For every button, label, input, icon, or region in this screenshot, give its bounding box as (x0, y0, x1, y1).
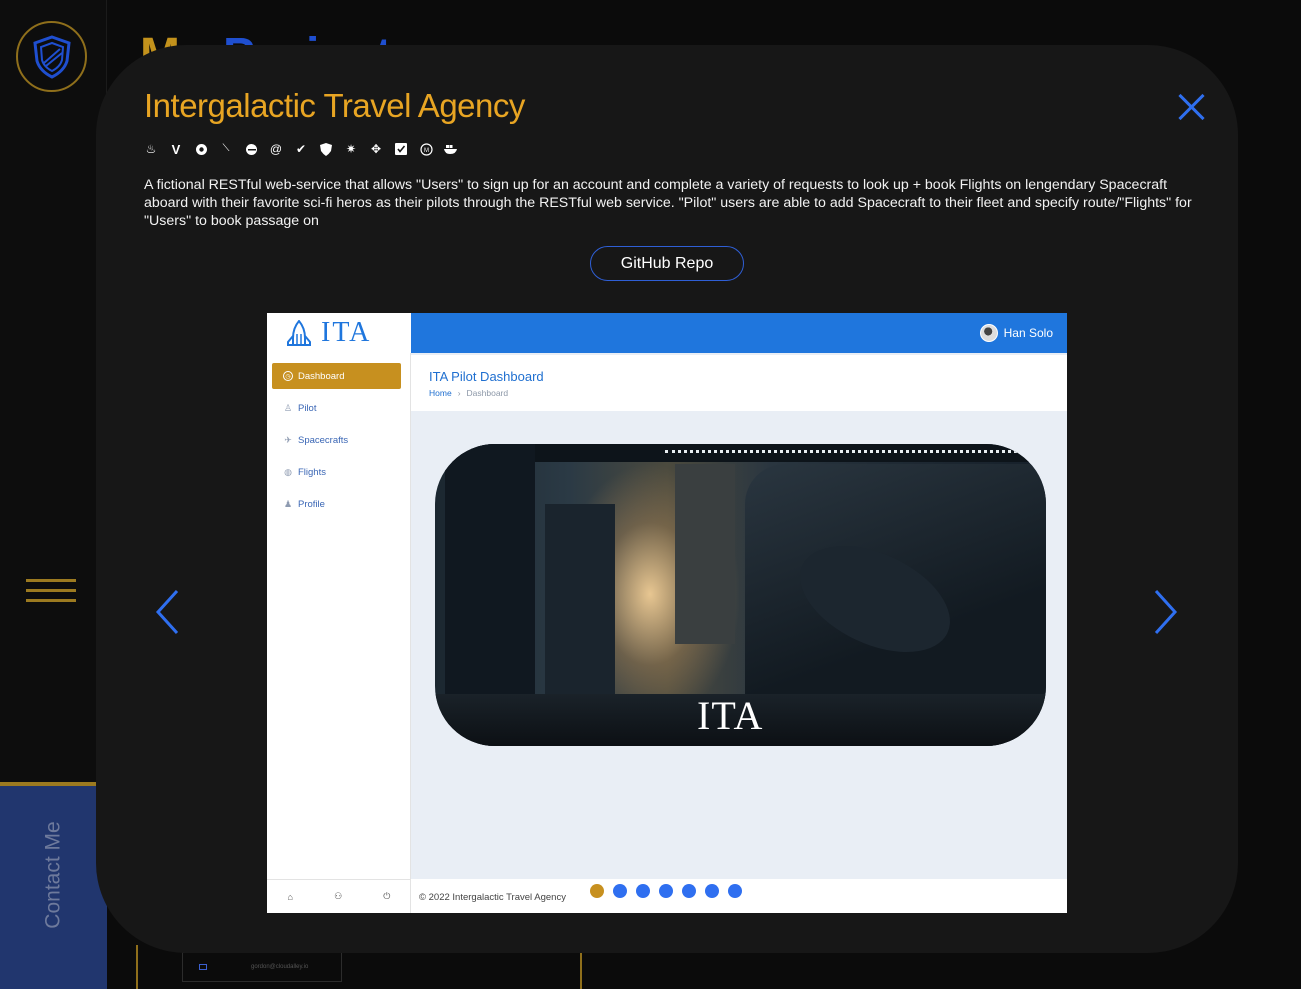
app-sidebar: ◷ Dashboard ♙ Pilot ✈ Spacecrafts ◍ Flights … (267, 353, 411, 913)
java-icon: ♨ (145, 142, 157, 156)
app-nav-item-profile: ♟ Profile (272, 491, 401, 517)
pilot-icon: ♙ (283, 403, 293, 413)
jwt-icon: ⟍ (222, 143, 230, 154)
app-brand: ITA (267, 313, 411, 353)
hero-tower (675, 464, 735, 644)
chevron-left-icon (155, 589, 179, 635)
dashboard-icon: ◷ (283, 371, 293, 381)
check-icon: ✔ (295, 142, 307, 156)
app-nav-label: Spacecrafts (298, 434, 349, 446)
carousel-dot[interactable] (613, 884, 627, 898)
app-nav-item-dashboard: ◷ Dashboard (272, 363, 401, 389)
app-sidebar-footer: ⌂ ⚇ ⏻ (267, 879, 411, 913)
project-description: A fictional RESTful web-service that all… (144, 177, 1192, 229)
docker-icon (444, 142, 458, 156)
mail-icon (199, 964, 207, 970)
app-nav-label: Profile (298, 498, 325, 510)
breadcrumb-home: Home (429, 388, 452, 398)
svg-text:M: M (424, 148, 429, 154)
users-icon: ⚇ (334, 891, 343, 901)
carousel-dot[interactable] (728, 884, 742, 898)
plane-icon: ✈ (284, 435, 292, 445)
hamburger-menu-icon[interactable] (26, 579, 76, 609)
hero-lights (665, 450, 1035, 453)
shield-logo-icon (32, 34, 71, 79)
avatar (979, 324, 998, 342)
breadcrumb: Home › Dashboard (429, 388, 508, 398)
carousel-next-button[interactable] (1153, 588, 1179, 636)
hero-brand-text: ITA (697, 693, 764, 738)
app-nav: ◷ Dashboard ♙ Pilot ✈ Spacecrafts ◍ Flights … (272, 363, 401, 523)
app-user-name: Han Solo (1003, 326, 1053, 340)
app-page-title: ITA Pilot Dashboard (429, 369, 544, 384)
site-logo[interactable] (16, 21, 87, 92)
app-copyright: © 2022 Intergalactic Travel Agency (419, 892, 566, 903)
github-repo-button[interactable]: GitHub Repo (590, 246, 744, 281)
app-nav-item-spacecrafts: ✈ Spacecrafts (272, 427, 401, 453)
gear-icon: ✷ (345, 142, 357, 156)
postgres-icon (194, 142, 208, 156)
maven-icon: M (419, 142, 433, 156)
email-text: gordon@cloudalley.io (251, 964, 309, 970)
carousel-indicators (590, 884, 742, 898)
app-brand-text: ITA (321, 317, 372, 348)
breadcrumb-current: Dashboard (466, 388, 509, 398)
app-hero-image: ITA (435, 444, 1046, 746)
hero-tower (545, 504, 615, 704)
app-user-menu: Han Solo (979, 324, 1053, 342)
chevron-right-icon (1154, 589, 1178, 635)
carousel-dot[interactable] (636, 884, 650, 898)
modal-title: Intergalactic Travel Agency (144, 87, 525, 124)
globe-icon: ◍ (284, 467, 292, 477)
profile-icon: ♟ (283, 499, 293, 509)
carousel-dot[interactable] (705, 884, 719, 898)
chevron-right-icon: › (457, 388, 461, 398)
carousel-dot[interactable] (682, 884, 696, 898)
checkbox-icon (394, 142, 408, 156)
app-nav-label: Dashboard (298, 370, 345, 382)
contact-me-label: Contact Me (41, 821, 65, 929)
at-icon: @ (269, 142, 283, 156)
close-icon[interactable] (1178, 93, 1206, 121)
vue-icon: V (171, 141, 181, 157)
carousel-dot[interactable] (659, 884, 673, 898)
home-icon: ⌂ (287, 891, 293, 902)
tech-stack-icons: ♨ V ⟍ @ ✔ ✷ ✥ M (144, 142, 458, 156)
project-modal: Intergalactic Travel Agency ♨ V ⟍ @ ✔ ✷ … (96, 45, 1238, 953)
contact-me-tab[interactable]: Contact Me (0, 790, 107, 960)
shield-icon (319, 142, 333, 156)
eclipse-icon (244, 142, 258, 156)
network-icon: ✥ (370, 142, 382, 156)
carousel-prev-button[interactable] (154, 588, 180, 636)
carousel-dot[interactable] (590, 884, 604, 898)
email-row[interactable]: gordon@cloudalley.io (182, 952, 342, 982)
app-page-header: ITA Pilot Dashboard Home › Dashboard (411, 355, 1067, 411)
rocket-logo-icon (287, 320, 311, 346)
project-screenshot: ITA Han Solo ◷ Dashboard ♙ Pilot ✈ Spacecra… (267, 313, 1067, 913)
power-icon: ⏻ (383, 891, 391, 901)
app-nav-label: Flights (298, 466, 326, 478)
app-nav-label: Pilot (298, 402, 317, 414)
app-nav-item-flights: ◍ Flights (272, 459, 401, 485)
app-nav-item-pilot: ♙ Pilot (272, 395, 401, 421)
